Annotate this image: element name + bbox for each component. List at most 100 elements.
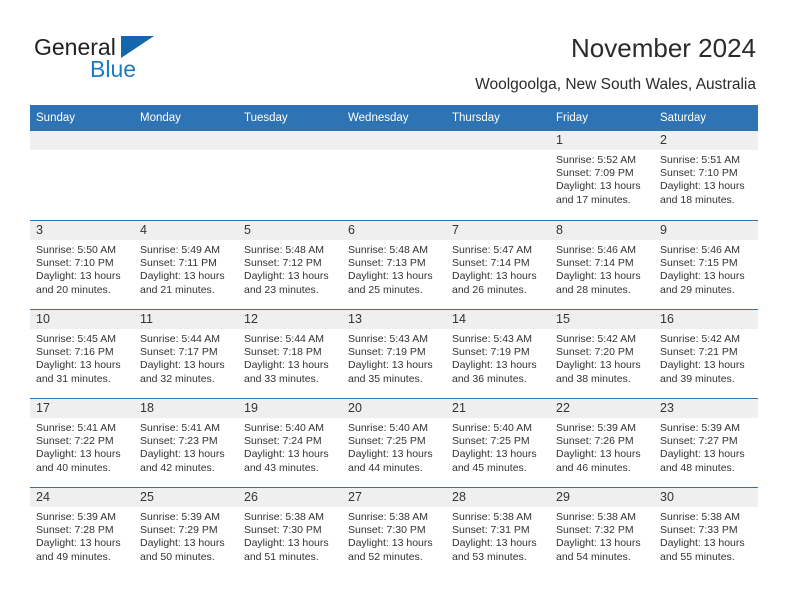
day-details: Sunrise: 5:49 AM Sunset: 7:11 PM Daylight:… (134, 240, 238, 297)
sunrise-text: Sunrise: 5:48 AM (244, 244, 324, 256)
day-details: Sunrise: 5:42 AM Sunset: 7:21 PM Daylight:… (654, 329, 758, 386)
calendar-weekday-header-row: Sunday Monday Tuesday Wednesday Thursday… (30, 105, 758, 131)
day-details: Sunrise: 5:52 AM Sunset: 7:09 PM Daylight:… (550, 150, 654, 207)
calendar-day-cell[interactable]: 9 Sunrise: 5:46 AM Sunset: 7:15 PM Daylight… (654, 220, 758, 309)
sunset-text: Sunset: 7:15 PM (660, 257, 738, 270)
calendar-day-cell[interactable] (30, 131, 134, 220)
calendar-day-cell[interactable]: 20 Sunrise: 5:40 AM Sunset: 7:25 PM Dayligh… (342, 398, 446, 487)
calendar-day-cell[interactable]: 16 Sunrise: 5:42 AM Sunset: 7:21 PM Dayligh… (654, 309, 758, 398)
day-details: Sunrise: 5:48 AM Sunset: 7:12 PM Daylight:… (238, 240, 342, 297)
daylight-text-line1: Daylight: 13 hours (244, 270, 329, 283)
calendar-day-cell[interactable] (446, 131, 550, 220)
day-number: 30 (654, 488, 758, 507)
calendar-day-cell[interactable]: 15 Sunrise: 5:42 AM Sunset: 7:20 PM Dayligh… (550, 309, 654, 398)
daylight-text-line2: and 21 minutes. (140, 283, 215, 296)
daylight-text-line1: Daylight: 13 hours (140, 537, 225, 550)
daylight-text-line1: Daylight: 13 hours (660, 448, 745, 461)
calendar-day-cell[interactable]: 6 Sunrise: 5:48 AM Sunset: 7:13 PM Daylight… (342, 220, 446, 309)
calendar-day-cell[interactable]: 2 Sunrise: 5:51 AM Sunset: 7:10 PM Daylight… (654, 131, 758, 220)
day-number: 18 (134, 399, 238, 418)
daylight-text-line2: and 49 minutes. (36, 550, 111, 563)
sunrise-text: Sunrise: 5:46 AM (660, 244, 740, 256)
calendar-day-cell[interactable]: 18 Sunrise: 5:41 AM Sunset: 7:23 PM Dayligh… (134, 398, 238, 487)
logo-triangle-icon (121, 36, 154, 58)
calendar-day-cell[interactable]: 14 Sunrise: 5:43 AM Sunset: 7:19 PM Dayligh… (446, 309, 550, 398)
calendar-day-cell[interactable]: 5 Sunrise: 5:48 AM Sunset: 7:12 PM Daylight… (238, 220, 342, 309)
sunset-text: Sunset: 7:11 PM (140, 257, 217, 270)
day-number: 17 (30, 399, 134, 418)
day-number: 1 (550, 131, 654, 150)
calendar-day-cell[interactable]: 24 Sunrise: 5:39 AM Sunset: 7:28 PM Dayligh… (30, 487, 134, 576)
day-number: 2 (654, 131, 758, 150)
day-details: Sunrise: 5:39 AM Sunset: 7:26 PM Daylight:… (550, 418, 654, 475)
daylight-text-line2: and 26 minutes. (452, 283, 527, 296)
day-number: 23 (654, 399, 758, 418)
daylight-text-line1: Daylight: 13 hours (348, 359, 433, 372)
sunset-text: Sunset: 7:29 PM (140, 524, 218, 537)
calendar-day-cell[interactable] (134, 131, 238, 220)
daylight-text-line2: and 42 minutes. (140, 461, 215, 474)
calendar-day-cell[interactable]: 30 Sunrise: 5:38 AM Sunset: 7:33 PM Dayligh… (654, 487, 758, 576)
calendar-day-cell[interactable]: 26 Sunrise: 5:38 AM Sunset: 7:30 PM Dayligh… (238, 487, 342, 576)
sunset-text: Sunset: 7:31 PM (452, 524, 530, 537)
day-number: 16 (654, 310, 758, 329)
daylight-text-line1: Daylight: 13 hours (452, 270, 537, 283)
day-details: Sunrise: 5:41 AM Sunset: 7:22 PM Daylight:… (30, 418, 134, 475)
page-subtitle-location: Woolgoolga, New South Wales, Australia (475, 76, 756, 93)
day-details: Sunrise: 5:50 AM Sunset: 7:10 PM Daylight:… (30, 240, 134, 297)
calendar-day-cell[interactable] (342, 131, 446, 220)
calendar-day-cell[interactable]: 29 Sunrise: 5:38 AM Sunset: 7:32 PM Dayligh… (550, 487, 654, 576)
calendar-day-cell[interactable]: 8 Sunrise: 5:46 AM Sunset: 7:14 PM Daylight… (550, 220, 654, 309)
weekday-header-monday: Monday (134, 105, 238, 131)
sunset-text: Sunset: 7:13 PM (348, 257, 426, 270)
sunrise-text: Sunrise: 5:51 AM (660, 154, 740, 166)
calendar-day-cell[interactable]: 23 Sunrise: 5:39 AM Sunset: 7:27 PM Dayligh… (654, 398, 758, 487)
daylight-text-line2: and 33 minutes. (244, 372, 319, 385)
sunrise-text: Sunrise: 5:38 AM (244, 511, 324, 523)
calendar-day-cell[interactable]: 4 Sunrise: 5:49 AM Sunset: 7:11 PM Daylight… (134, 220, 238, 309)
day-details: Sunrise: 5:38 AM Sunset: 7:33 PM Daylight:… (654, 507, 758, 564)
calendar-day-cell[interactable]: 13 Sunrise: 5:43 AM Sunset: 7:19 PM Dayligh… (342, 309, 446, 398)
daylight-text-line1: Daylight: 13 hours (556, 359, 641, 372)
sunrise-text: Sunrise: 5:40 AM (348, 422, 428, 434)
calendar-day-cell[interactable]: 11 Sunrise: 5:44 AM Sunset: 7:17 PM Dayligh… (134, 309, 238, 398)
calendar-day-cell[interactable]: 22 Sunrise: 5:39 AM Sunset: 7:26 PM Dayligh… (550, 398, 654, 487)
daylight-text-line1: Daylight: 13 hours (36, 537, 121, 550)
calendar-week-row: 1 Sunrise: 5:52 AM Sunset: 7:09 PM Daylight… (30, 131, 758, 220)
calendar-day-cell[interactable]: 10 Sunrise: 5:45 AM Sunset: 7:16 PM Dayligh… (30, 309, 134, 398)
day-details: Sunrise: 5:39 AM Sunset: 7:29 PM Daylight:… (134, 507, 238, 564)
sunrise-text: Sunrise: 5:42 AM (660, 333, 740, 345)
sunrise-text: Sunrise: 5:38 AM (660, 511, 740, 523)
sunrise-text: Sunrise: 5:40 AM (244, 422, 324, 434)
sunset-text: Sunset: 7:19 PM (452, 346, 530, 359)
day-details: Sunrise: 5:38 AM Sunset: 7:30 PM Daylight:… (238, 507, 342, 564)
calendar-day-cell[interactable] (238, 131, 342, 220)
daylight-text-line1: Daylight: 13 hours (140, 359, 225, 372)
calendar-day-cell[interactable]: 3 Sunrise: 5:50 AM Sunset: 7:10 PM Daylight… (30, 220, 134, 309)
calendar-day-cell[interactable]: 21 Sunrise: 5:40 AM Sunset: 7:25 PM Dayligh… (446, 398, 550, 487)
weekday-header-tuesday: Tuesday (238, 105, 342, 131)
sunset-text: Sunset: 7:24 PM (244, 435, 322, 448)
general-blue-logo[interactable]: General Blue (34, 34, 214, 88)
calendar-day-cell[interactable]: 17 Sunrise: 5:41 AM Sunset: 7:22 PM Dayligh… (30, 398, 134, 487)
calendar-day-cell[interactable]: 12 Sunrise: 5:44 AM Sunset: 7:18 PM Dayligh… (238, 309, 342, 398)
calendar-day-cell[interactable]: 1 Sunrise: 5:52 AM Sunset: 7:09 PM Daylight… (550, 131, 654, 220)
day-number: 21 (446, 399, 550, 418)
sunrise-text: Sunrise: 5:49 AM (140, 244, 220, 256)
calendar-day-cell[interactable]: 25 Sunrise: 5:39 AM Sunset: 7:29 PM Dayligh… (134, 487, 238, 576)
sunset-text: Sunset: 7:27 PM (660, 435, 738, 448)
calendar-day-cell[interactable]: 27 Sunrise: 5:38 AM Sunset: 7:30 PM Dayligh… (342, 487, 446, 576)
day-details (446, 150, 550, 154)
sunset-text: Sunset: 7:25 PM (348, 435, 426, 448)
daylight-text-line2: and 23 minutes. (244, 283, 319, 296)
daylight-text-line2: and 46 minutes. (556, 461, 631, 474)
calendar-day-cell[interactable]: 28 Sunrise: 5:38 AM Sunset: 7:31 PM Dayligh… (446, 487, 550, 576)
daylight-text-line1: Daylight: 13 hours (244, 537, 329, 550)
calendar-day-cell[interactable]: 19 Sunrise: 5:40 AM Sunset: 7:24 PM Dayligh… (238, 398, 342, 487)
sunrise-text: Sunrise: 5:48 AM (348, 244, 428, 256)
day-number: 11 (134, 310, 238, 329)
daylight-text-line2: and 51 minutes. (244, 550, 319, 563)
day-number: 9 (654, 221, 758, 240)
sunrise-text: Sunrise: 5:39 AM (36, 511, 116, 523)
calendar-day-cell[interactable]: 7 Sunrise: 5:47 AM Sunset: 7:14 PM Daylight… (446, 220, 550, 309)
